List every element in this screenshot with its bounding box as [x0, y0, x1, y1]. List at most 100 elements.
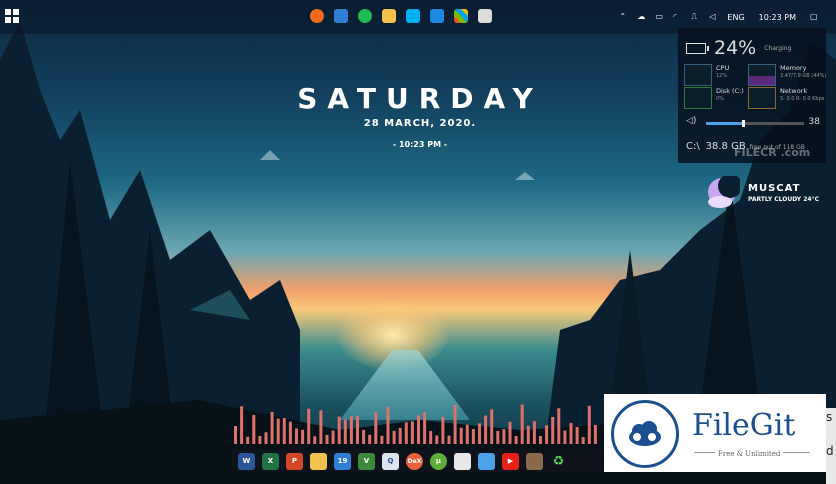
word-icon[interactable]: W	[238, 452, 255, 470]
visualizer-bar	[563, 430, 567, 444]
drive-label: C:\	[686, 141, 700, 152]
vim-icon[interactable]: V	[358, 452, 375, 470]
visualizer-bar	[404, 422, 408, 444]
search-icon[interactable]: Q	[382, 452, 399, 470]
notification-icon[interactable]: ▢	[810, 12, 820, 22]
visualizer-bar	[484, 415, 488, 444]
visualizer-bar	[270, 411, 274, 444]
speaker-icon[interactable]: ◁	[709, 12, 719, 22]
weather-city: MUSCAT	[748, 183, 801, 194]
visualizer-bar	[386, 406, 390, 444]
battery-icon	[686, 42, 709, 54]
notepad-icon[interactable]	[454, 452, 471, 470]
visualizer-bar	[575, 426, 579, 444]
visualizer-bar	[362, 429, 366, 444]
filecr-watermark: FILECR .com	[734, 146, 811, 159]
cpu-value: 12%	[716, 73, 728, 79]
filegit-name: FileGit	[692, 408, 796, 443]
visualizer-bar	[429, 430, 433, 444]
visualizer-bar	[398, 427, 402, 444]
volume-fill	[706, 122, 744, 125]
date-label: 28 MARCH, 2020.	[363, 118, 477, 129]
network-monitor: Network S: 0.0 R: 0.0 Kbps	[748, 87, 824, 109]
visualizer-bar	[288, 421, 292, 444]
cpu-graph	[684, 64, 712, 86]
game-icon[interactable]	[526, 452, 543, 470]
spotify-icon[interactable]	[358, 9, 372, 23]
visualizer-bar	[532, 421, 536, 444]
visualizer-bar	[496, 430, 500, 444]
visualizer-bar	[258, 435, 262, 444]
speaker-volume-icon[interactable]: ◁)	[686, 116, 696, 126]
visualizer-bar	[581, 437, 585, 444]
bird-app-icon[interactable]	[334, 9, 348, 23]
visualizer-bar	[240, 406, 244, 444]
language-indicator[interactable]: ENG	[727, 13, 744, 22]
moon-icon	[708, 176, 740, 208]
battery-status: Charging	[764, 44, 792, 52]
folder-icon[interactable]	[382, 9, 396, 23]
visualizer-bar	[282, 418, 286, 444]
battery-tray-icon[interactable]: ▭	[655, 12, 665, 22]
visualizer-bar	[593, 424, 597, 444]
visualizer-bar	[307, 408, 311, 444]
memory-graph	[748, 64, 776, 86]
visualizer-bar	[301, 429, 305, 444]
youtube-icon[interactable]: ▶	[502, 452, 519, 470]
visualizer-bar	[545, 425, 549, 444]
cloud-icon[interactable]: ☁	[637, 12, 647, 22]
app-dock: W X P 19 V Q DeX µ ▶ ♻	[232, 449, 610, 473]
cloud-logo-icon	[629, 421, 661, 446]
visualizer-bar	[514, 435, 518, 444]
time-label: - 10:23 PM -	[392, 140, 448, 149]
edge-char-1: s	[826, 410, 833, 424]
pinned-apps	[310, 9, 492, 23]
network-icon[interactable]: ⎍	[691, 12, 701, 22]
volume-knob[interactable]	[742, 120, 746, 127]
memory-monitor: Memory 3.47/7.9 GB (44%)	[748, 64, 826, 86]
filegit-tagline: Free & Unlimited	[715, 450, 784, 458]
edge-char-2: d	[826, 444, 834, 458]
store-icon[interactable]	[454, 9, 468, 23]
dex-icon[interactable]: DeX	[406, 452, 423, 470]
calendar-icon[interactable]: 19	[334, 452, 351, 470]
powerpoint-icon[interactable]: P	[286, 452, 303, 470]
visualizer-bar	[508, 421, 512, 444]
visualizer-bar	[447, 435, 451, 444]
calculator-icon[interactable]	[478, 9, 492, 23]
volume-control: ◁) 38	[686, 116, 820, 129]
visualizer-bar	[453, 404, 457, 444]
visualizer-bar	[417, 415, 420, 444]
cpu-monitor: CPU 12%	[684, 64, 750, 86]
firefox-icon[interactable]	[310, 9, 324, 23]
excel-icon[interactable]: X	[262, 452, 279, 470]
filegit-emblem	[611, 400, 679, 468]
skype-icon[interactable]	[406, 9, 420, 23]
visualizer-bar	[392, 430, 396, 444]
volume-slider[interactable]	[706, 120, 804, 127]
weather-condition: PARTLY CLOUDY 24°C	[748, 196, 819, 203]
system-monitor-panel: 24% Charging CPU 12% Memory 3.47/7.9 GB …	[678, 28, 826, 163]
visualizer-bar	[343, 419, 347, 444]
chevron-up-icon[interactable]: ⌃	[619, 12, 629, 22]
visualizer-bar	[423, 412, 427, 444]
visualizer-bar	[502, 429, 506, 444]
audio-visualizer	[234, 404, 597, 444]
visualizer-bar	[557, 408, 561, 444]
recycle-icon[interactable]: ♻	[550, 453, 567, 470]
shortcut-icon[interactable]	[478, 452, 495, 470]
visualizer-bar	[471, 429, 475, 444]
visualizer-bar	[356, 416, 359, 444]
wifi-icon[interactable]: ◜	[673, 12, 683, 22]
network-value: S: 0.0 R: 0.0 Kbps	[780, 96, 825, 102]
tray-clock[interactable]: 10:23 PM	[759, 13, 796, 22]
visualizer-bar	[410, 421, 414, 444]
visualizer-bar	[459, 427, 463, 444]
vscode-icon[interactable]	[430, 9, 444, 23]
explorer-icon[interactable]	[310, 452, 327, 470]
visualizer-bar	[319, 410, 323, 444]
visualizer-bar	[478, 423, 481, 444]
torrent-icon[interactable]: µ	[430, 452, 447, 470]
visualizer-bar	[374, 412, 378, 444]
start-button[interactable]	[5, 9, 19, 23]
